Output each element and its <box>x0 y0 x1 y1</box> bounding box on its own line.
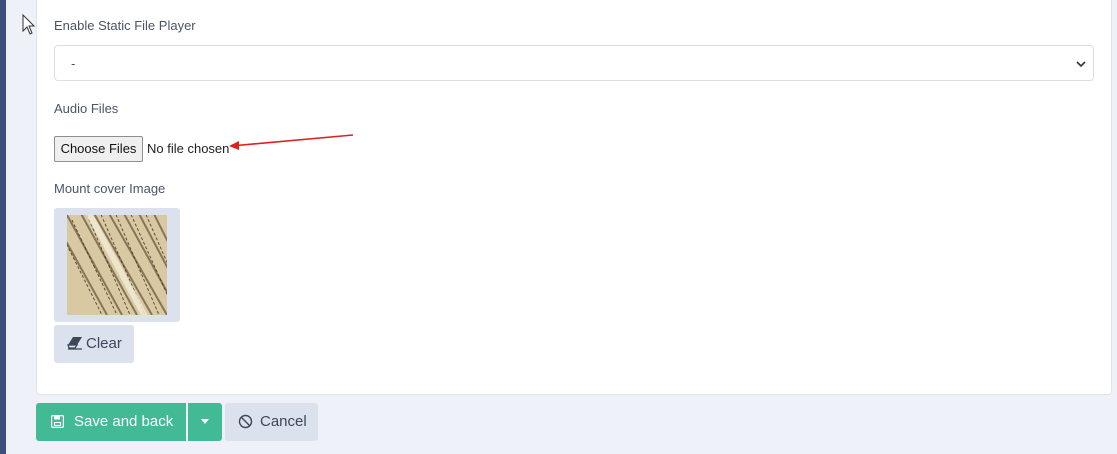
caret-down-icon <box>201 419 209 424</box>
cancel-button[interactable]: Cancel <box>225 403 318 441</box>
cover-image-thumbnail <box>67 215 167 315</box>
floppy-disk-icon <box>51 415 64 428</box>
ban-icon <box>238 414 253 429</box>
eraser-icon <box>67 337 82 350</box>
sidebar-edge <box>0 0 6 454</box>
save-options-dropdown[interactable] <box>188 403 222 441</box>
static-player-selected-value: - <box>71 56 76 71</box>
cover-image-label: Mount cover Image <box>54 181 166 196</box>
save-and-back-button[interactable]: Save and back <box>36 403 186 441</box>
chevron-down-icon <box>1076 61 1086 68</box>
mouse-pointer-icon <box>22 14 36 35</box>
save-label: Save and back <box>74 413 174 430</box>
choose-files-button[interactable]: Choose Files <box>54 136 143 162</box>
clear-label: Clear <box>86 335 122 352</box>
clear-image-button[interactable]: Clear <box>54 325 134 363</box>
file-status-text: No file chosen <box>147 141 230 156</box>
red-annotation-arrow <box>229 134 354 150</box>
static-player-select[interactable]: - <box>54 45 1094 81</box>
static-player-label: Enable Static File Player <box>54 18 196 33</box>
cover-image-preview <box>54 208 180 322</box>
form-card: Enable Static File Player - Audio Files … <box>36 0 1112 395</box>
audio-files-label: Audio Files <box>54 101 119 116</box>
cancel-label: Cancel <box>260 413 307 430</box>
